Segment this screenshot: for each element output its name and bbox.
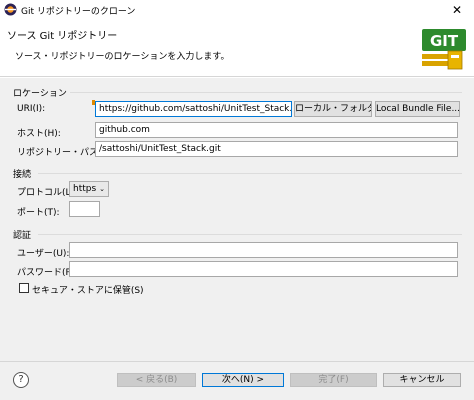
user-input[interactable] [69,242,458,258]
uri-label: URI(I): [17,104,46,114]
close-button[interactable]: ✕ [440,0,474,20]
port-input[interactable] [69,201,100,217]
git-logo-icon: GIT [422,29,466,70]
auth-group-line [38,234,462,235]
page-description: ソース・リポジトリーのロケーションを入力します。 [15,52,230,62]
host-label: ホスト(H): [17,129,61,139]
secure-store-label: セキュア・ストアに保管(S) [32,286,144,296]
chevron-down-icon: ⌄ [99,185,105,193]
protocol-value: https [73,184,97,194]
footer-separator [0,361,474,362]
port-label: ポート(T): [17,208,60,218]
host-input[interactable]: github.com [95,122,458,138]
location-group-label: ロケーション [13,89,67,99]
cancel-button[interactable]: キャンセル [383,373,461,387]
protocol-select[interactable]: https ⌄ [69,181,109,197]
page-title: ソース Git リポジトリー [7,31,118,42]
auth-group-label: 認証 [13,231,32,241]
eclipse-icon [4,3,17,16]
connection-group-line [38,173,462,174]
repository-path-input[interactable]: /sattoshi/UnitTest_Stack.git [95,141,458,157]
secure-store-checkbox[interactable] [19,283,29,293]
password-input[interactable] [69,261,458,277]
help-icon[interactable]: ? [13,372,29,388]
uri-input[interactable]: https://github.com/sattoshi/UnitTest_Sta… [95,101,292,117]
location-group-line [70,92,462,93]
local-bundle-file-button[interactable]: Local Bundle File... [375,101,460,117]
user-label: ユーザー(U): [17,249,70,259]
connection-group-label: 接続 [13,170,32,180]
back-button[interactable]: < 戻る(B) [117,373,196,387]
finish-button[interactable]: 完了(F) [290,373,377,387]
window-title: Git リポジトリーのクローン [21,7,136,17]
git-logo-text: GIT [430,32,459,50]
local-folder-button[interactable]: ローカル・フォルダー... [294,101,372,117]
next-button[interactable]: 次へ(N) > [202,373,284,387]
